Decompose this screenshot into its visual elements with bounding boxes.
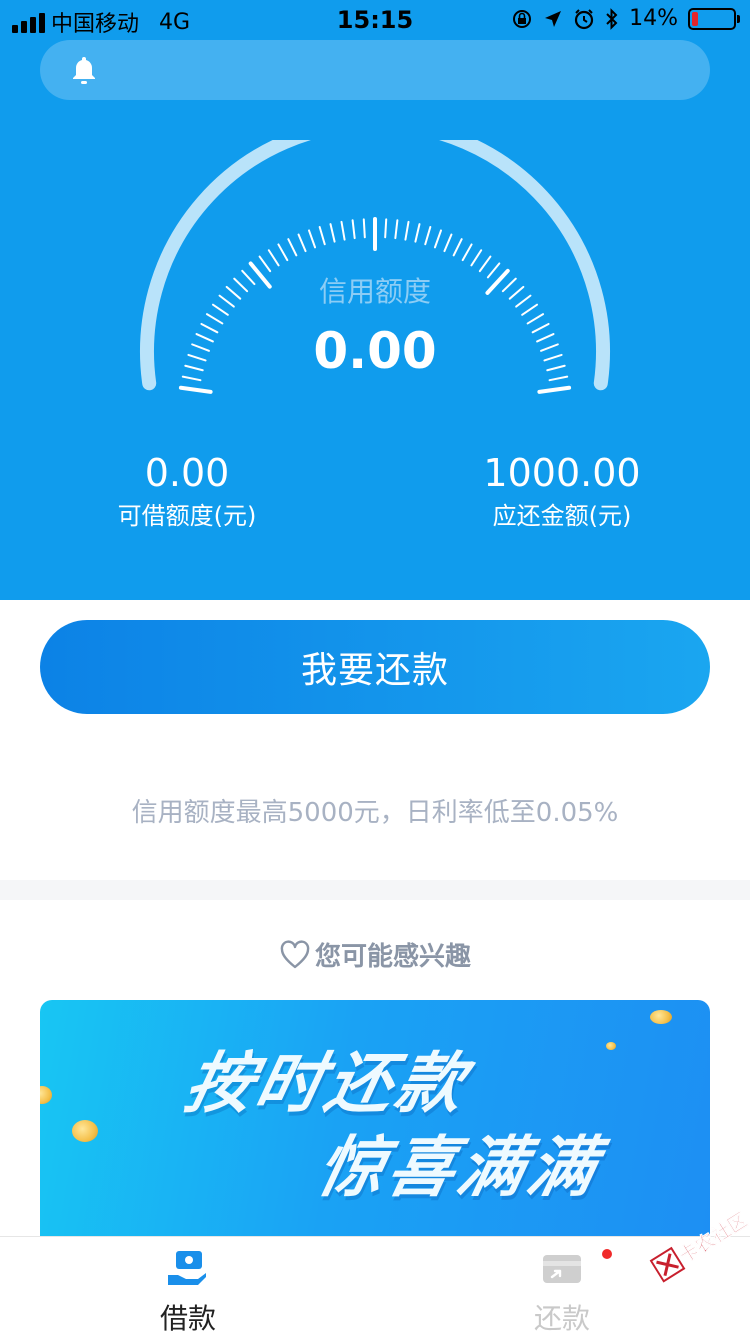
coin-decoration [72,1120,98,1142]
amount-due: 1000.00 应还金额(元) [432,450,692,536]
hero-header: 中国移动 4G 15:15 14% 信用额度 0.00 0.00 可借额度(元)… [0,0,750,600]
battery-percent: 14% [629,6,678,31]
repay-card-icon [543,1255,581,1283]
battery-icon [688,7,740,30]
gauge-minor-tick [404,220,410,241]
gauge-minor-tick [267,249,280,267]
gauge-minor-tick [414,223,421,243]
gauge-minor-tick [277,243,289,262]
notice-bar[interactable] [40,40,710,100]
banner-headline-2: 惊喜满满 [310,1129,608,1206]
interest-title-text: 您可能感兴趣 [314,942,471,972]
tab-repay-label: 还款 [533,1302,590,1334]
gauge-label: 信用额度 [318,275,431,308]
coin-decoration [40,1086,52,1104]
gauge-minor-tick [351,219,356,240]
heart-icon [280,939,310,968]
promo-text: 信用额度最高5000元，日利率低至0.05% [131,798,619,828]
available-credit-label: 可借额度(元) [117,502,257,530]
gauge-minor-tick [424,225,432,246]
gauge-minor-tick [461,243,473,262]
tab-repay[interactable]: 还款 [462,1237,662,1334]
gauge-minor-tick [433,229,443,249]
gauge-minor-tick [287,238,298,257]
status-bar: 中国移动 4G 15:15 14% [0,0,750,40]
battery-level [692,11,698,26]
tab-borrow-label: 借款 [159,1302,216,1334]
amount-due-label: 应还金额(元) [492,502,632,530]
gauge-minor-tick [384,218,388,239]
location-arrow-icon [545,10,562,27]
repay-button[interactable]: 我要还款 [40,620,710,714]
amount-due-value: 1000.00 [483,451,641,495]
status-right: 14% [511,6,740,31]
tab-borrow[interactable]: 借款 [88,1237,288,1334]
gauge-minor-tick [258,255,272,273]
orientation-lock-icon [513,9,532,28]
bell-icon [73,57,95,84]
gauge-major-tick [537,385,572,394]
interest-section-title: 您可能感兴趣 [0,936,750,973]
gauge-minor-tick [297,233,307,253]
gauge-minor-tick [394,219,399,240]
gauge-minor-tick [362,218,366,239]
gauge-minor-tick [329,223,336,243]
section-divider [0,880,750,900]
gauge-minor-tick [340,220,346,241]
gauge-minor-tick [307,229,317,249]
banner-headline-1: 按时还款 [178,1045,476,1122]
bluetooth-icon [606,7,618,30]
borrow-icon [168,1251,206,1285]
gauge-minor-tick [452,238,463,257]
gauge-minor-tick [443,233,453,253]
repay-badge [602,1249,612,1259]
promo-banner[interactable]: 按时还款 惊喜满满 [40,1000,710,1236]
coin-decoration [650,1010,672,1024]
available-credit-value: 0.00 [144,451,230,495]
alarm-icon [574,8,594,29]
coin-decoration [606,1042,616,1050]
gauge-major-tick [178,385,213,394]
bottom-tab-bar: 借款 还款 [0,1236,750,1334]
available-credit: 0.00 可借额度(元) [57,450,317,536]
gauge-value: 0.00 [313,322,437,380]
gauge-minor-tick [470,249,483,267]
gauge-minor-tick [318,225,326,246]
gauge-minor-tick [478,255,492,273]
